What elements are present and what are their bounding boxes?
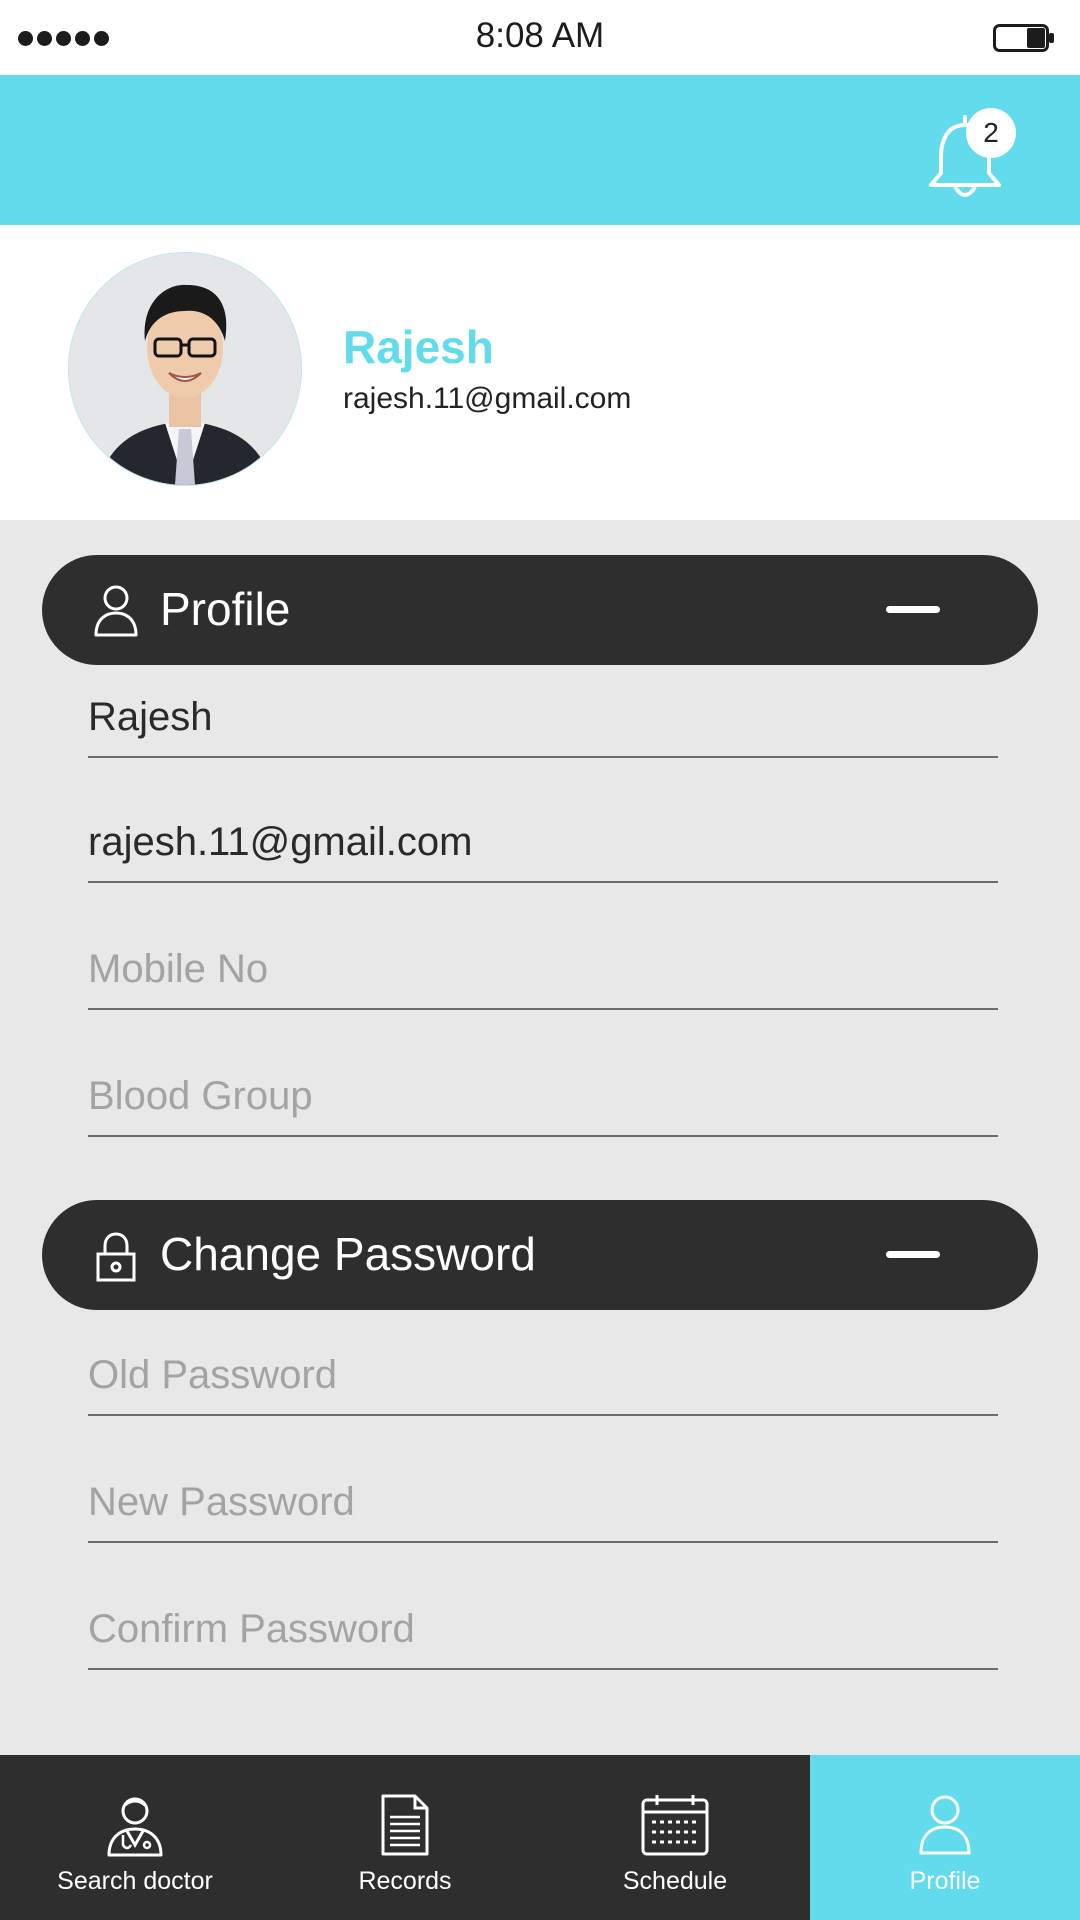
- nav-records[interactable]: Records: [270, 1755, 540, 1920]
- lock-icon: [96, 1232, 136, 1282]
- nav-schedule[interactable]: Schedule: [540, 1755, 810, 1920]
- user-email: rajesh.11@gmail.com: [343, 382, 632, 415]
- avatar: [68, 252, 302, 486]
- status-time: 8:08 AM: [475, 16, 605, 55]
- new-password-input[interactable]: [88, 1480, 998, 1525]
- user-icon: [919, 1795, 971, 1855]
- collapse-icon[interactable]: [886, 606, 940, 613]
- profile-summary: Rajesh rajesh.11@gmail.com: [0, 225, 1080, 520]
- confirm-password-field[interactable]: [88, 1580, 998, 1670]
- name-field[interactable]: [88, 668, 998, 758]
- nav-profile[interactable]: Profile: [810, 1755, 1080, 1920]
- blood-group-input[interactable]: [88, 1074, 998, 1119]
- old-password-field[interactable]: [88, 1326, 998, 1416]
- nav-label: Schedule: [622, 1867, 728, 1895]
- user-name: Rajesh: [343, 321, 494, 373]
- mobile-input[interactable]: [88, 947, 998, 992]
- name-input[interactable]: [88, 695, 998, 740]
- mobile-field[interactable]: [88, 920, 998, 1010]
- profile-section-title: Profile: [160, 583, 291, 635]
- calendar-icon: [641, 1795, 709, 1856]
- nav-search-doctor[interactable]: Search doctor: [0, 1755, 270, 1920]
- new-password-field[interactable]: [88, 1453, 998, 1543]
- profile-section-header[interactable]: Profile: [42, 555, 1038, 665]
- email-field[interactable]: [88, 793, 998, 883]
- change-password-section-title: Change Password: [160, 1228, 536, 1280]
- email-input[interactable]: [88, 820, 998, 865]
- nav-label: Profile: [909, 1867, 981, 1895]
- profile-form: Profile Change Password: [0, 520, 1080, 1755]
- status-bar: 8:08 AM: [0, 0, 1080, 75]
- battery-icon: [993, 24, 1054, 52]
- document-icon: [381, 1794, 429, 1856]
- confirm-password-input[interactable]: [88, 1607, 998, 1652]
- app-screen: 8:08 AM 2 Rajesh rajesh.11@gmail.com Pro…: [0, 0, 1080, 1920]
- bottom-nav: Search doctor Records Schedule Profile: [0, 1755, 1080, 1920]
- doctor-icon: [107, 1797, 163, 1857]
- nav-label: Records: [358, 1867, 452, 1895]
- user-icon: [94, 585, 138, 637]
- change-password-section-header[interactable]: Change Password: [42, 1200, 1038, 1310]
- notification-badge: 2: [966, 108, 1016, 158]
- nav-label: Search doctor: [57, 1867, 213, 1895]
- collapse-icon[interactable]: [886, 1251, 940, 1258]
- blood-group-field[interactable]: [88, 1047, 998, 1137]
- old-password-input[interactable]: [88, 1353, 998, 1398]
- app-header: [0, 75, 1080, 225]
